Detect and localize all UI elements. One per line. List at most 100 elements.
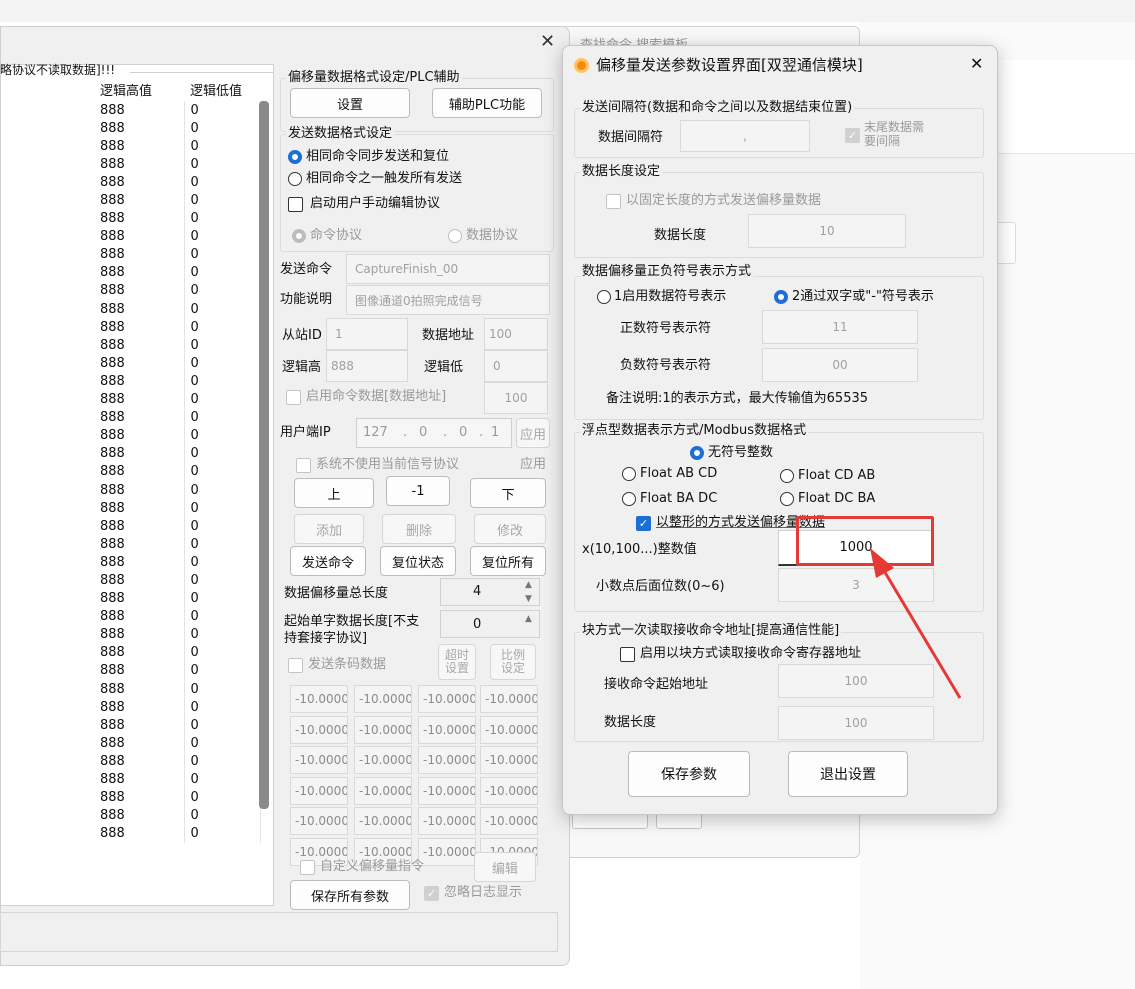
start-word-up-icon[interactable]: ▲	[525, 611, 532, 627]
table-row[interactable]: 888 0	[94, 191, 261, 210]
offset-value-cell[interactable]: -10.0000	[354, 807, 412, 835]
cell-logic-high[interactable]: 888	[94, 806, 185, 825]
cell-logic-high[interactable]: 888	[94, 680, 185, 699]
offset-value-cell[interactable]: -10.0000	[418, 807, 476, 835]
cell-logic-high[interactable]: 888	[94, 698, 185, 717]
offset-total-spinner[interactable]: 4 ▲ ▼	[440, 578, 540, 606]
cell-logic-low[interactable]: 0	[184, 661, 261, 680]
cell-logic-high[interactable]: 888	[94, 625, 185, 644]
cell-logic-low[interactable]: 0	[184, 680, 261, 699]
cell-logic-low[interactable]: 0	[184, 318, 261, 337]
start-word-spinner[interactable]: 0 ▲	[440, 610, 540, 638]
table-row[interactable]: 888 0	[94, 336, 261, 355]
cell-logic-high[interactable]: 888	[94, 300, 185, 319]
table-row[interactable]: 888 0	[94, 390, 261, 409]
cell-logic-high[interactable]: 888	[94, 426, 185, 445]
timeout-setup-button[interactable]: 超时 设置	[438, 644, 476, 680]
col-header-logic-high[interactable]: 逻辑高值	[100, 84, 152, 100]
table-row[interactable]: 888 0	[94, 698, 261, 717]
cell-logic-low[interactable]: 0	[184, 462, 261, 481]
table-row[interactable]: 888 0	[94, 553, 261, 572]
offset-value-cell[interactable]: -10.0000	[418, 776, 476, 805]
cell-logic-low[interactable]: 0	[184, 354, 261, 373]
float-dcba-radio[interactable]	[780, 492, 794, 506]
cell-logic-high[interactable]: 888	[94, 824, 185, 843]
delete-button[interactable]: 删除	[382, 514, 456, 544]
cell-logic-high[interactable]: 888	[94, 372, 185, 391]
cell-logic-high[interactable]: 888	[94, 499, 185, 518]
cell-logic-high[interactable]: 888	[94, 354, 185, 373]
cell-logic-high[interactable]: 888	[94, 390, 185, 409]
edit-button[interactable]: 编辑	[474, 852, 536, 882]
save-all-params-button[interactable]: 保存所有参数	[290, 880, 410, 910]
table-row[interactable]: 888 0	[94, 680, 261, 699]
main-window-close-icon[interactable]: ✕	[540, 33, 555, 51]
cell-logic-low[interactable]: 0	[184, 390, 261, 409]
cell-logic-high[interactable]: 888	[94, 281, 185, 301]
plc-assist-button[interactable]: 辅助PLC功能	[432, 88, 542, 118]
table-row[interactable]: 888 0	[94, 245, 261, 264]
dialog-close-icon[interactable]: ✕	[970, 56, 983, 72]
cell-logic-high[interactable]: 888	[94, 770, 185, 789]
cell-logic-high[interactable]: 888	[94, 155, 185, 174]
cell-logic-high[interactable]: 888	[94, 553, 185, 572]
cell-logic-low[interactable]: 0	[184, 734, 261, 753]
cell-logic-low[interactable]: 0	[184, 788, 261, 807]
cell-logic-high[interactable]: 888	[94, 191, 185, 210]
table-row[interactable]: 888 0	[94, 824, 261, 843]
offset-value-cell[interactable]: -10.0000	[480, 776, 538, 805]
table-row[interactable]: 888 0	[94, 444, 261, 463]
float-badc-radio[interactable]	[622, 492, 636, 506]
manual-edit-checkbox[interactable]	[288, 197, 303, 212]
table-row[interactable]: 888 0	[94, 101, 261, 120]
data-protocol-radio[interactable]	[448, 229, 462, 243]
offset-value-cell[interactable]: -10.0000	[354, 685, 412, 713]
cell-logic-low[interactable]: 0	[184, 553, 261, 572]
cell-logic-high[interactable]: 888	[94, 336, 185, 355]
data-length-field[interactable]: 10	[748, 214, 906, 248]
cell-logic-high[interactable]: 888	[94, 752, 185, 771]
cell-logic-high[interactable]: 888	[94, 480, 185, 500]
cell-logic-low[interactable]: 0	[184, 824, 261, 843]
cell-logic-high[interactable]: 888	[94, 318, 185, 337]
cell-logic-high[interactable]: 888	[94, 517, 185, 536]
cell-logic-high[interactable]: 888	[94, 535, 185, 554]
logic-high-field[interactable]: 888	[326, 350, 408, 382]
cell-logic-low[interactable]: 0	[184, 480, 261, 500]
cell-logic-low[interactable]: 0	[184, 300, 261, 319]
cell-logic-low[interactable]: 0	[184, 806, 261, 825]
table-row[interactable]: 888 0	[94, 155, 261, 174]
table-row[interactable]: 888 0	[94, 281, 261, 301]
offset-value-cell[interactable]: -10.0000	[290, 715, 348, 744]
cell-logic-high[interactable]: 888	[94, 408, 185, 427]
data-addr-field[interactable]: 100	[484, 318, 548, 350]
table-row[interactable]: 888 0	[94, 263, 261, 282]
minus-one-field[interactable]: -1	[386, 476, 450, 506]
cell-logic-low[interactable]: 0	[184, 770, 261, 789]
cell-logic-low[interactable]: 0	[184, 137, 261, 156]
offset-value-cell[interactable]: -10.0000	[290, 685, 348, 713]
exit-settings-button[interactable]: 退出设置	[788, 751, 908, 797]
table-row[interactable]: 888 0	[94, 209, 261, 228]
table-row[interactable]: 888 0	[94, 426, 261, 445]
table-row[interactable]: 888 0	[94, 734, 261, 753]
cmd-protocol-radio[interactable]	[292, 229, 306, 243]
cell-logic-high[interactable]: 888	[94, 607, 185, 626]
unsigned-int-radio[interactable]	[690, 446, 704, 460]
cell-logic-high[interactable]: 888	[94, 209, 185, 228]
sync-send-reset-radio[interactable]	[288, 150, 302, 164]
cell-logic-low[interactable]: 0	[184, 589, 261, 608]
cell-logic-high[interactable]: 888	[94, 571, 185, 590]
separator-field[interactable]: ,	[680, 120, 810, 152]
offset-value-cell[interactable]: -10.0000	[418, 746, 476, 774]
cell-logic-low[interactable]: 0	[184, 426, 261, 445]
reset-state-button[interactable]: 复位状态	[380, 546, 456, 576]
int-send-checkbox[interactable]: ✓	[636, 516, 651, 531]
offset-value-cell[interactable]: -10.0000	[418, 715, 476, 744]
cell-logic-low[interactable]: 0	[184, 155, 261, 174]
table-row[interactable]: 888 0	[94, 480, 261, 500]
cell-logic-high[interactable]: 888	[94, 245, 185, 264]
cell-logic-low[interactable]: 0	[184, 173, 261, 192]
cell-logic-low[interactable]: 0	[184, 499, 261, 518]
table-row[interactable]: 888 0	[94, 517, 261, 536]
